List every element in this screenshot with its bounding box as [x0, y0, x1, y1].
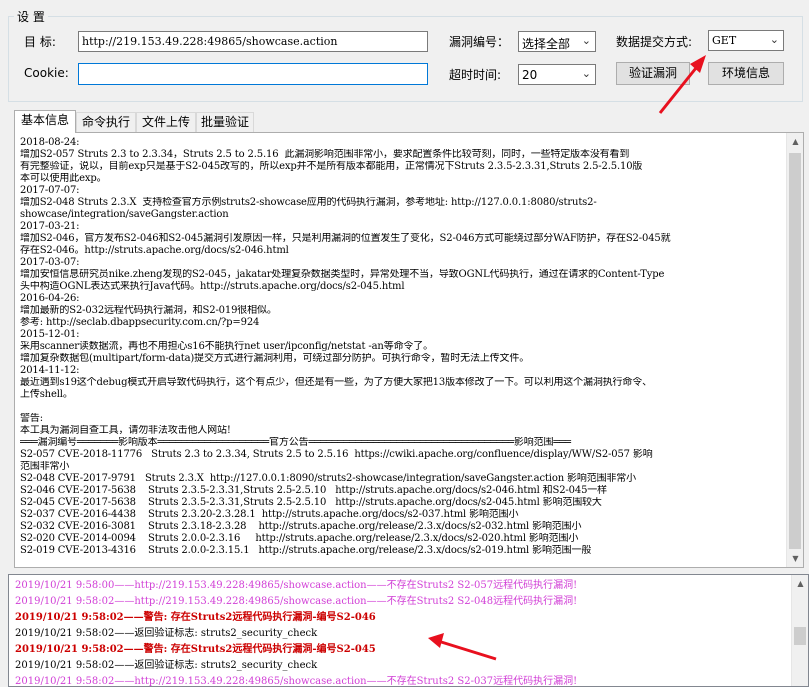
settings-title: 设 置: [14, 8, 48, 25]
scrollbar-thumb[interactable]: [794, 627, 806, 645]
vuln-id-select[interactable]: 选择全部 ⌄: [518, 31, 596, 52]
info-textarea[interactable]: 2018-08-24: 增加S2-057 Struts 2.3 to 2.3.34…: [20, 137, 782, 565]
info-line: 最近遇到s19这个debug模式开启导致代码执行，这个有点少，但还是有一些，为了…: [20, 377, 652, 388]
info-line: 本工具为漏洞自查工具，请勿非法攻击他人网站!: [20, 425, 231, 436]
info-line: 2015-12-01:: [20, 329, 80, 340]
verify-vuln-button[interactable]: 验证漏洞: [616, 62, 690, 85]
log-line: 2019/10/21 9:58:02——警告: 存在Struts2远程代码执行漏…: [15, 612, 376, 623]
tab-batch-verify[interactable]: 批量验证: [196, 112, 254, 132]
vuln-id-label: 漏洞编号：: [449, 35, 510, 49]
info-line: showcase/integration/saveGangster.action: [20, 209, 229, 220]
log-line: 2019/10/21 9:58:00——http://219.153.49.22…: [15, 580, 578, 591]
tab-command-exec[interactable]: 命令执行: [76, 112, 136, 132]
info-line: S2-057 CVE-2018-11776 Struts 2.3 to 2.3.…: [20, 449, 653, 460]
info-line: 2018-08-24:: [20, 137, 80, 148]
cookie-label: Cookie:: [24, 66, 69, 80]
submit-method-value: GET: [712, 34, 737, 47]
info-line: S2-019 CVE-2013-4316 Struts 2.0.0-2.3.15…: [20, 545, 592, 556]
info-line: 增加S2-057 Struts 2.3 to 2.3.34，Struts 2.5…: [20, 149, 630, 160]
info-line: 上传shell。: [20, 389, 73, 400]
chevron-down-icon: ⌄: [769, 33, 779, 46]
info-line: 本可以使用此exp。: [20, 173, 107, 184]
info-line: 增加S2-048 Struts 2.3.X 支持检查官方示例struts2-sh…: [20, 197, 597, 208]
log-line: 2019/10/21 9:58:02——警告: 存在Struts2远程代码执行漏…: [15, 644, 376, 655]
target-label: 目 标:: [24, 35, 56, 49]
info-line: S2-037 CVE-2016-4438 Struts 2.3.20-2.3.2…: [20, 509, 519, 520]
info-line: S2-048 CVE-2017-9791 Struts 2.3.X http:/…: [20, 473, 636, 484]
arrow-up-icon[interactable]: ▲: [792, 575, 808, 592]
log-panel: 2019/10/21 9:58:00——http://219.153.49.22…: [8, 574, 809, 687]
info-line: 2016-04-26:: [20, 293, 80, 304]
vuln-id-value: 选择全部: [522, 37, 571, 51]
tab-file-upload[interactable]: 文件上传: [136, 112, 196, 132]
info-line: S2-032 CVE-2016-3081 Struts 2.3.18-2.3.2…: [20, 521, 582, 532]
submit-method-select[interactable]: GET ⌄: [708, 30, 784, 51]
cookie-input[interactable]: [78, 63, 428, 85]
info-line: [20, 401, 782, 413]
basic-info-panel: 2018-08-24: 增加S2-057 Struts 2.3 to 2.3.34…: [14, 132, 804, 568]
info-line: 2017-07-07:: [20, 185, 80, 196]
target-url-input[interactable]: http://219.153.49.228:49865/showcase.act…: [78, 31, 428, 52]
timeout-label: 超时时间:: [449, 68, 502, 82]
info-line: S2-046 CVE-2017-5638 Struts 2.3.5-2.3.31…: [20, 485, 607, 496]
info-line: 增加最新的S2-032远程代码执行漏洞，和S2-019很相似。: [20, 305, 277, 316]
log-list: 2019/10/21 9:58:00——http://219.153.49.22…: [15, 578, 785, 687]
info-line: 有完整验证，说以，目前exp只是基于S2-045改写的，所以exp并不是所有版本…: [20, 161, 643, 172]
arrow-up-icon[interactable]: ▲: [787, 133, 804, 150]
info-line: 警告:: [20, 413, 43, 424]
info-line: 2014-11-12:: [20, 365, 80, 376]
scrollbar-thumb[interactable]: [789, 153, 801, 549]
timeout-select[interactable]: 20 ⌄: [518, 64, 596, 85]
chevron-down-icon: ⌄: [581, 67, 591, 80]
log-line: 2019/10/21 9:58:02——http://219.153.49.22…: [15, 596, 578, 607]
env-info-button[interactable]: 环境信息: [708, 62, 784, 85]
info-line: 范围非常小: [20, 461, 70, 472]
info-line: 参考: http://seclab.dbappsecurity.com.cn/?…: [20, 317, 260, 328]
log-line: 2019/10/21 9:58:02——http://219.153.49.22…: [15, 676, 578, 687]
tab-basic-info[interactable]: 基本信息: [14, 110, 76, 133]
info-line: S2-045 CVE-2017-5638 Struts 2.3.5-2.3.31…: [20, 497, 602, 508]
info-line: 增加安恒信息研究员nike.zheng发现的S2-045，jakatar处理复杂…: [20, 269, 665, 280]
info-line: 增加S2-046，官方发布S2-046和S2-045漏洞引发原因一样，只是利用漏…: [20, 233, 671, 244]
info-line: ═══漏洞编号═══════影响版本═══════════════════官方公…: [20, 437, 571, 448]
log-scrollbar[interactable]: ▲: [791, 575, 808, 686]
settings-groupbox: [8, 16, 803, 102]
log-line: 2019/10/21 9:58:02——返回验证标志: struts2_secu…: [15, 628, 318, 639]
info-line: 2017-03-07:: [20, 257, 80, 268]
log-line: 2019/10/21 9:58:02——返回验证标志: struts2_secu…: [15, 660, 318, 671]
info-line: 2017-03-21:: [20, 221, 80, 232]
chevron-down-icon: ⌄: [581, 34, 591, 47]
info-line: S2-020 CVE-2014-0094 Struts 2.0.0-2.3.16…: [20, 533, 579, 544]
info-scrollbar[interactable]: ▲ ▼: [786, 133, 803, 567]
info-line: 头中构造OGNL表达式来执行Java代码。http://struts.apach…: [20, 281, 405, 292]
info-line: 存在S2-046。http://struts.apache.org/docs/s…: [20, 245, 289, 256]
info-line: 采用scanner读数据流，再也不用担心s16不能执行net user/ipco…: [20, 341, 433, 352]
arrow-down-icon[interactable]: ▼: [787, 550, 804, 567]
timeout-value: 20: [522, 68, 538, 82]
info-line: 增加复杂数据包(multipart/form-data)提交方式进行漏洞利用，可…: [20, 353, 530, 364]
submit-method-label: 数据提交方式:: [616, 35, 693, 49]
